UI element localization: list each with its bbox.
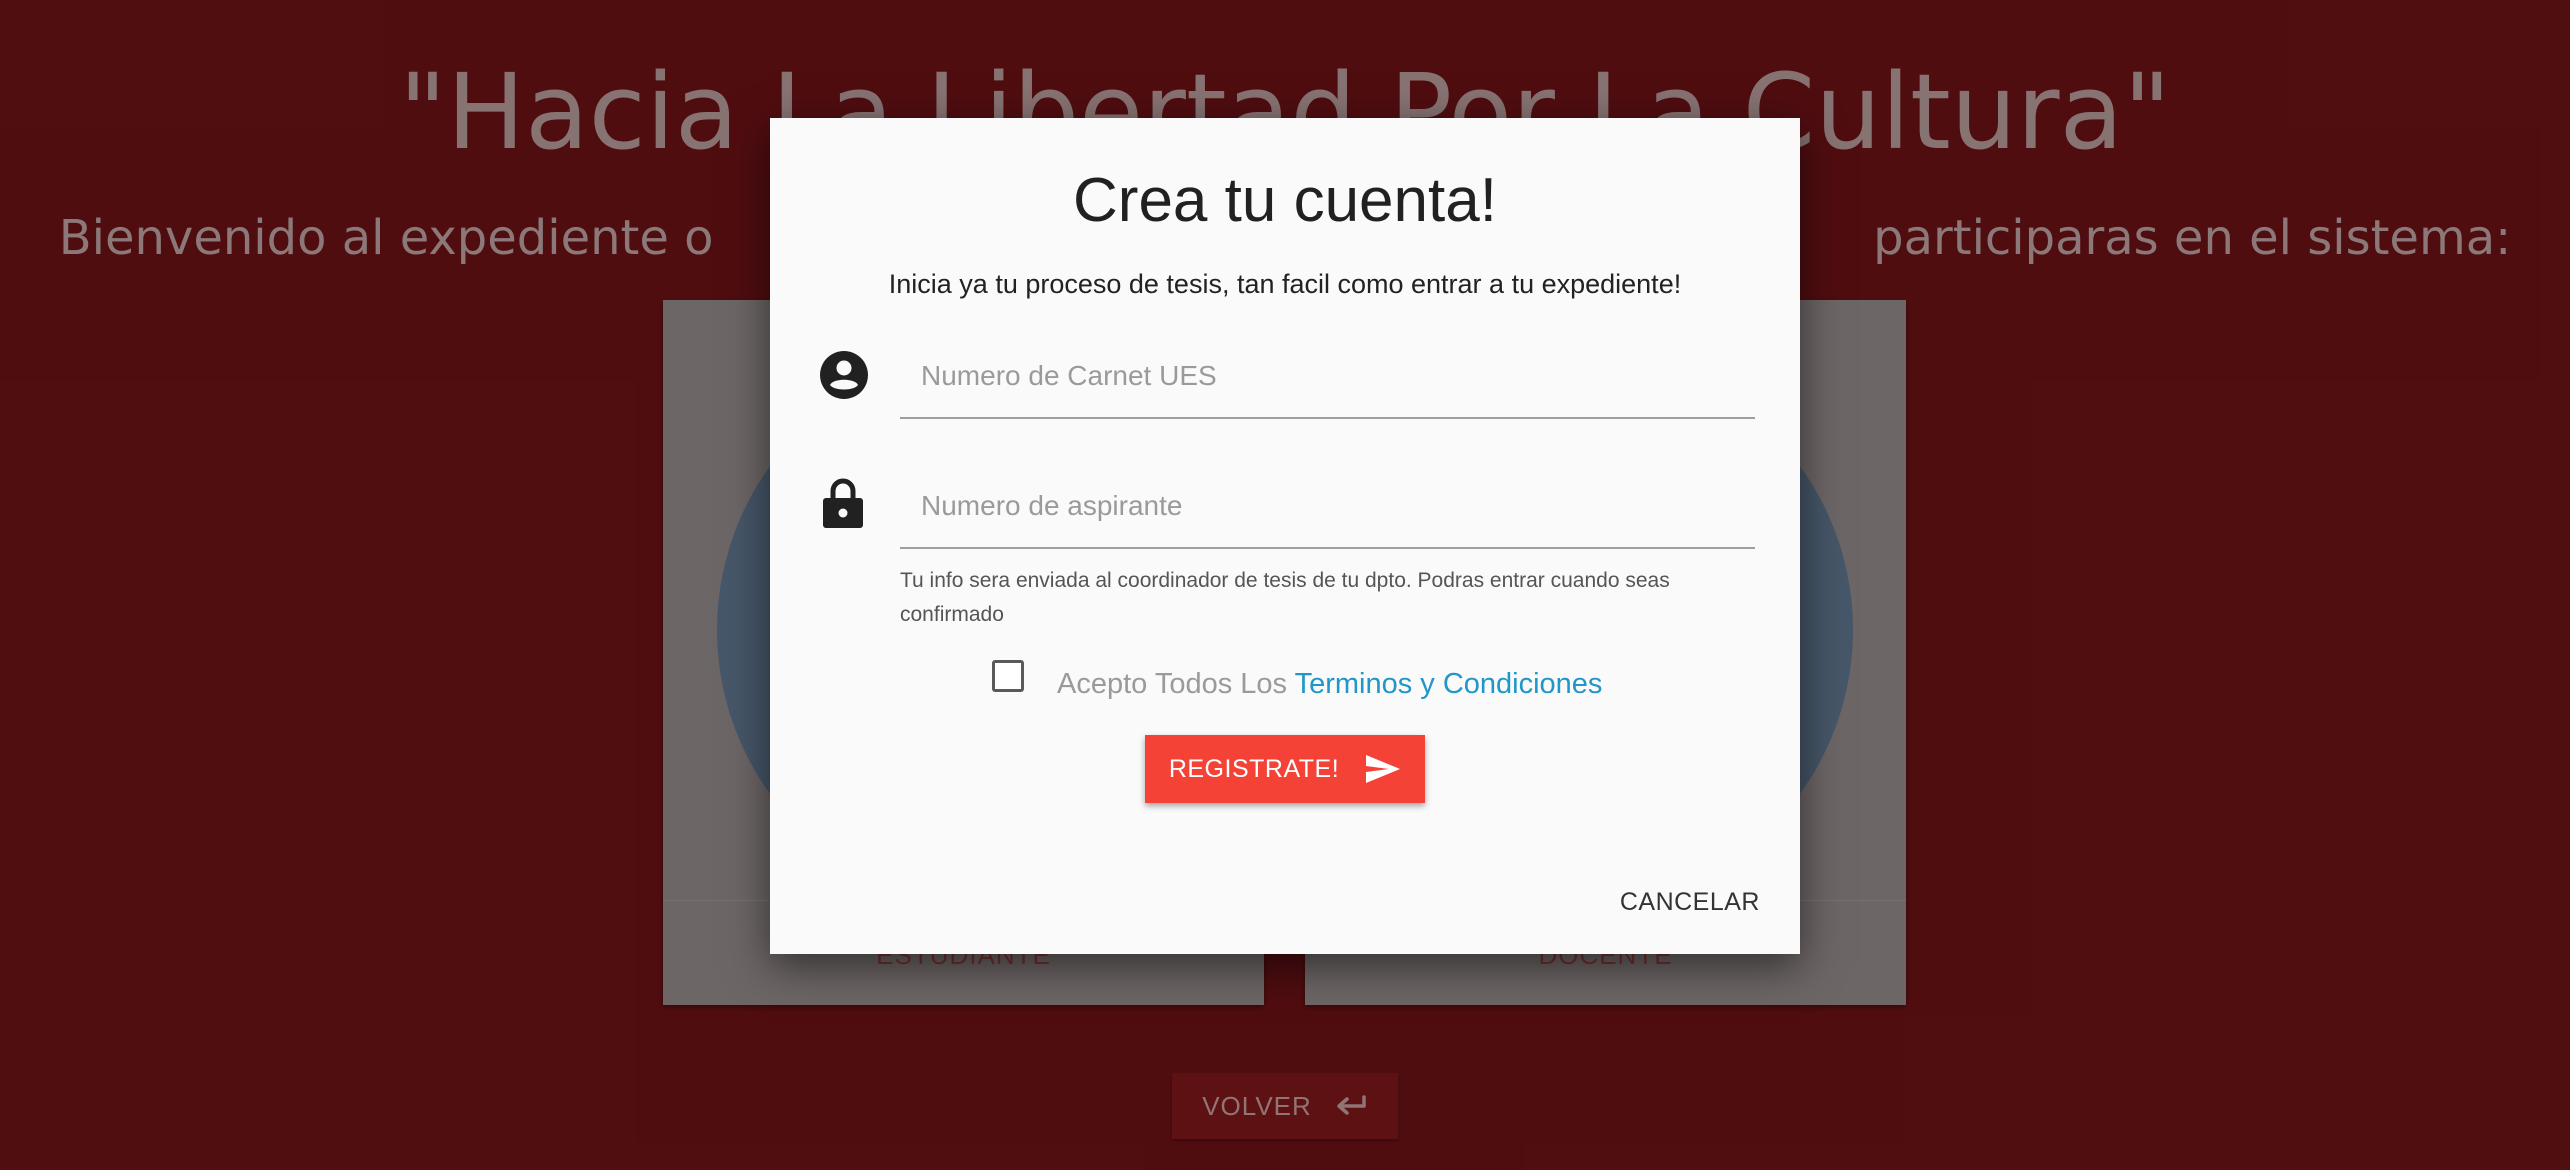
- terms-link[interactable]: Terminos y Condiciones: [1295, 668, 1603, 700]
- carnet-input[interactable]: [900, 346, 1755, 406]
- modal-title: Crea tu cuenta!: [1073, 166, 1497, 235]
- helper-text: Tu info sera enviada al coordinador de t…: [900, 569, 1670, 626]
- signup-modal: Crea tu cuenta! Inicia ya tu proceso de …: [770, 118, 1800, 954]
- carnet-underline: [900, 417, 1755, 419]
- send-icon: [1366, 755, 1401, 783]
- modal-subtitle: Inicia ya tu proceso de tesis, tan facil…: [888, 269, 1682, 299]
- terms-label: Acepto Todos Los Terminos y Condiciones: [1057, 670, 1602, 699]
- lock-icon: [823, 478, 863, 528]
- register-label: REGISTRATE!: [1168, 754, 1340, 783]
- register-button[interactable]: REGISTRATE!: [1145, 735, 1425, 803]
- terms-prefix: Acepto Todos Los: [1057, 668, 1295, 700]
- account-circle-icon: [820, 351, 868, 399]
- cancel-button[interactable]: CANCELAR: [1620, 888, 1760, 917]
- aspirante-input[interactable]: [900, 476, 1755, 536]
- aspirante-underline: [900, 547, 1755, 549]
- terms-checkbox[interactable]: [992, 660, 1024, 692]
